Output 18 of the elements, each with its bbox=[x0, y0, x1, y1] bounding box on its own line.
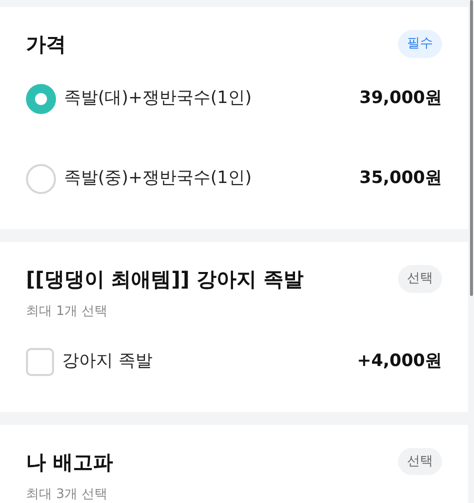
option-label: 족발(대)+쟁반국수(1인) bbox=[64, 87, 253, 110]
selection-limit-text: 최대 1개 선택 bbox=[26, 303, 109, 321]
section-title: [[댕댕이 최애템]] 강아지 족발 bbox=[26, 266, 304, 293]
section-title: 가격 bbox=[26, 31, 66, 58]
scrollbar[interactable] bbox=[470, 0, 473, 296]
selection-limit-text: 최대 3개 선택 bbox=[26, 486, 109, 503]
option-price: 39,000원 bbox=[359, 87, 442, 110]
option-label: 족발(중)+쟁반국수(1인) bbox=[64, 167, 253, 190]
option-price: 35,000원 bbox=[359, 167, 442, 190]
section-title: 나 배고파 bbox=[26, 448, 113, 476]
optional-badge: 선택 bbox=[398, 448, 442, 476]
radio-button[interactable] bbox=[26, 164, 56, 194]
optional-badge: 선택 bbox=[398, 265, 442, 293]
option-price: +4,000원 bbox=[356, 350, 442, 373]
radio-button[interactable] bbox=[26, 84, 56, 114]
required-badge: 필수 bbox=[398, 30, 442, 58]
checkbox[interactable] bbox=[26, 348, 54, 376]
option-label: 강아지 족발 bbox=[62, 350, 154, 373]
